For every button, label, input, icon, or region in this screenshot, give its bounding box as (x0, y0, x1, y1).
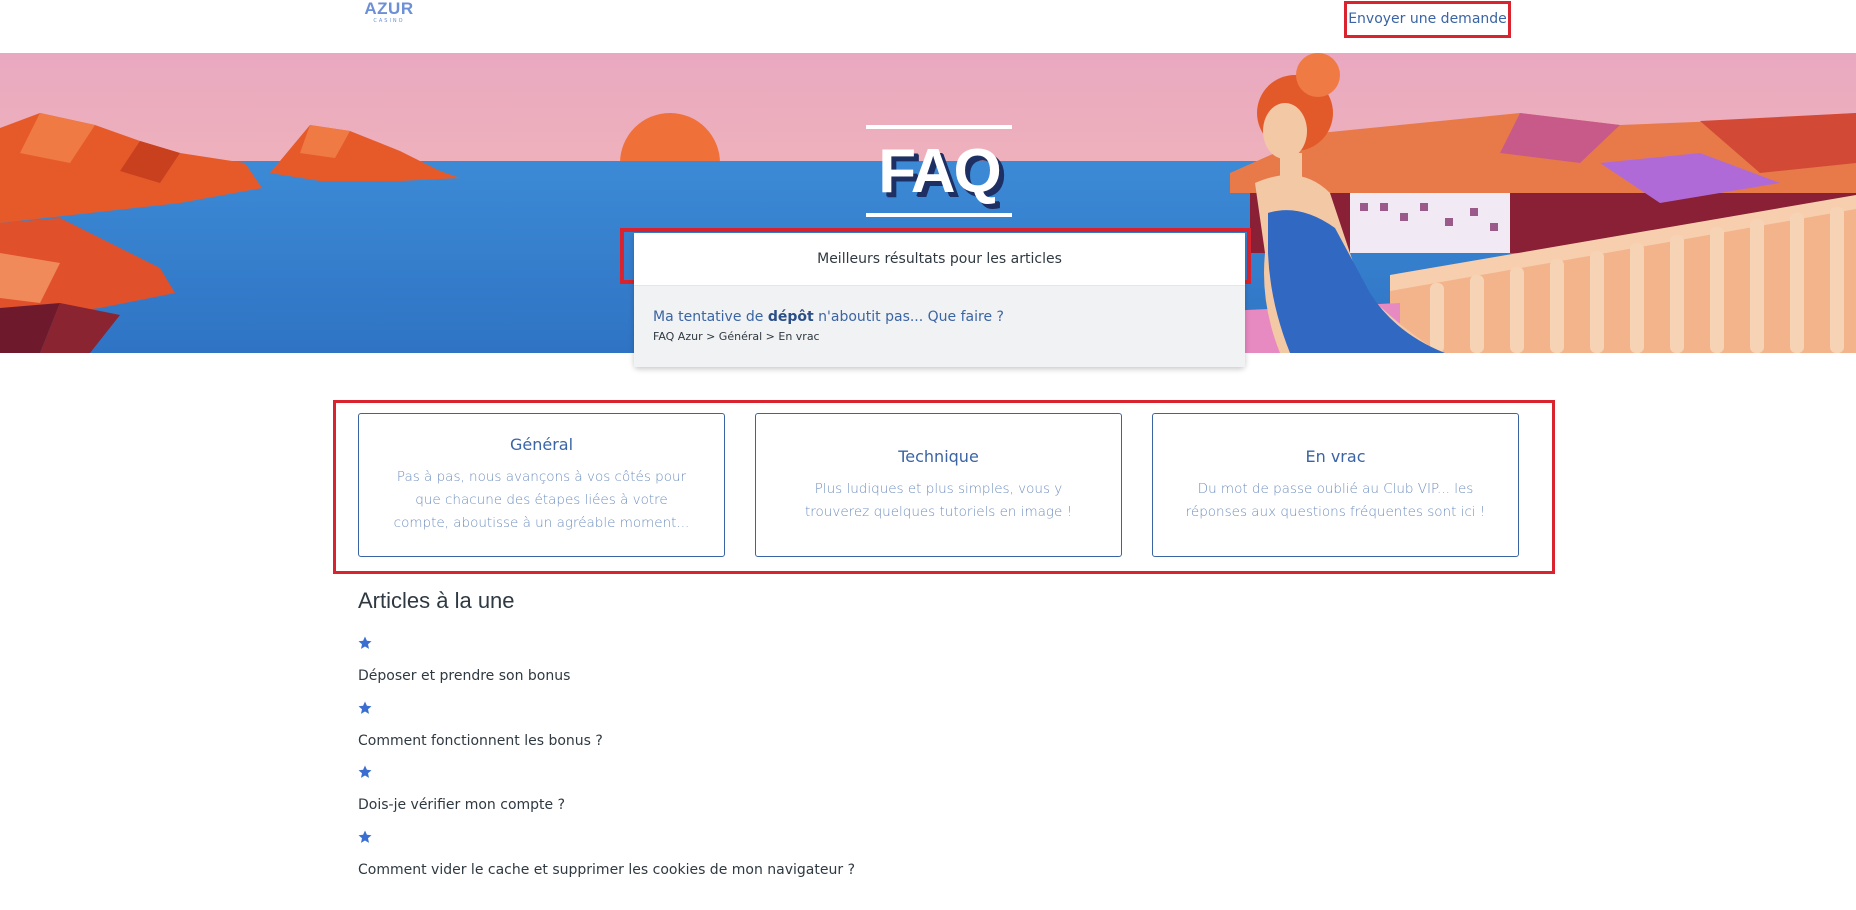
result-breadcrumb: FAQ Azur > Général > En vrac (653, 330, 820, 343)
star-icon (358, 636, 372, 649)
logo-wordmark: AZUR (364, 0, 414, 18)
featured-article-link[interactable]: Comment fonctionnent les bonus ? (358, 733, 603, 749)
result-title-highlight: dépôt (767, 309, 814, 325)
results-header: Meilleurs résultats pour les articles (634, 233, 1245, 286)
category-card-technique[interactable]: Technique Plus ludiques et plus simples,… (755, 413, 1122, 557)
category-card-general[interactable]: Général Pas à pas, nous avançons à vos c… (358, 413, 725, 557)
site-header: AZUR CASINO Envoyer une demande (0, 0, 1856, 53)
star-icon (358, 701, 372, 714)
result-title-after: n'aboutit pas... Que faire ? (813, 309, 1004, 325)
search-results-dropdown: Meilleurs résultats pour les articles Ma… (634, 233, 1245, 367)
faq-heading: FAQ (866, 125, 1012, 219)
category-description: Pas à pas, nous avançons à vos côtés pou… (393, 469, 690, 531)
list-item: Comment vider le cache et supprimer les … (358, 830, 1158, 895)
star-icon (358, 765, 372, 778)
list-item: Déposer et prendre son bonus (358, 636, 1158, 701)
featured-article-link[interactable]: Dois-je vérifier mon compte ? (358, 797, 565, 813)
featured-article-link[interactable]: Déposer et prendre son bonus (358, 668, 570, 684)
featured-articles-list: Déposer et prendre son bonus Comment fon… (358, 636, 1158, 894)
list-item: Dois-je vérifier mon compte ? (358, 765, 1158, 830)
submit-request-link[interactable]: Envoyer une demande (1344, 1, 1511, 38)
azur-logo[interactable]: AZUR CASINO (364, 0, 414, 30)
logo-subtext: CASINO (373, 18, 405, 24)
category-title: Technique (898, 446, 979, 466)
featured-articles-title: Articles à la une (358, 588, 515, 613)
featured-article-link[interactable]: Comment vider le cache et supprimer les … (358, 862, 855, 878)
category-title: Général (509, 435, 574, 454)
faq-title-text: FAQ (878, 137, 1001, 206)
list-item: Comment fonctionnent les bonus ? (358, 701, 1158, 766)
faq-top-bar (866, 125, 1012, 129)
category-description: Du mot de passe oublié au Club VIP... le… (1185, 480, 1486, 520)
result-title-before: Ma tentative de (653, 309, 768, 325)
result-title[interactable]: Ma tentative de dépôt n'aboutit pas... Q… (653, 308, 1245, 326)
category-description: Plus ludiques et plus simples, vous y tr… (804, 480, 1073, 520)
category-card-en-vrac[interactable]: En vrac Du mot de passe oublié au Club V… (1152, 413, 1519, 557)
category-title: En vrac (1305, 446, 1366, 466)
faq-bottom-bar (866, 213, 1012, 217)
search-result-item[interactable]: Ma tentative de dépôt n'aboutit pas... Q… (634, 286, 1245, 367)
star-icon (358, 830, 372, 843)
